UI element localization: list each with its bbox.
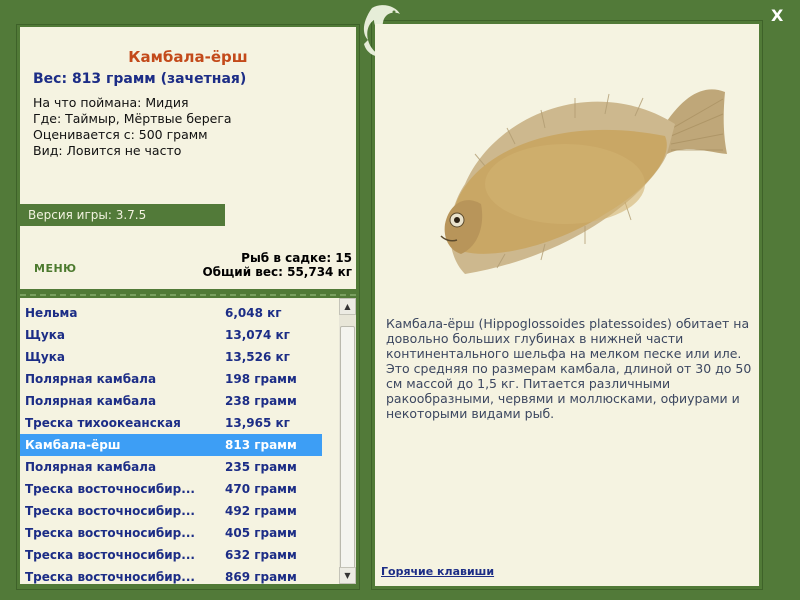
caught-on: На что поймана: Мидия [33, 95, 189, 110]
catch-list-item[interactable]: Треска тихоокеанская 13,965 кг [20, 412, 322, 434]
catch-list-item[interactable]: Щука 13,074 кг [20, 324, 322, 346]
catch-item-weight: 238 грамм [225, 394, 297, 408]
catch-item-weight: 813 грамм [225, 438, 297, 452]
close-button[interactable]: X [771, 6, 783, 25]
flounder-image [440, 89, 727, 275]
menu-button[interactable]: МЕНЮ [34, 262, 77, 275]
catch-item-weight: 6,048 кг [225, 306, 282, 320]
hotkeys-link[interactable]: Горячие клавиши [381, 565, 494, 578]
catch-item-name: Треска восточносибир... [25, 570, 195, 584]
catch-list-item[interactable]: Нельма 6,048 кг [20, 302, 322, 324]
catch-list-item[interactable]: Треска восточносибир... 470 грамм [20, 478, 322, 500]
catch-item-weight: 632 грамм [225, 548, 297, 562]
fish-description: Камбала-ёрш (Hippoglossoides platessoide… [386, 316, 752, 421]
catch-list-item[interactable]: Треска восточносибир... 492 грамм [20, 500, 322, 522]
catch-item-name: Полярная камбала [25, 460, 157, 474]
catch-item-name: Треска восточносибир... [25, 526, 195, 540]
catch-list-item[interactable]: Щука 13,526 кг [20, 346, 322, 368]
catch-list-item[interactable]: Полярная камбала 238 грамм [20, 390, 322, 412]
fish-title: Камбала-ёрш [128, 48, 248, 66]
catch-item-name: Камбала-ёрш [25, 438, 121, 452]
list-scrollbar[interactable]: ▲ ▼ [339, 298, 356, 584]
scroll-down-icon[interactable]: ▼ [339, 567, 356, 584]
fish-info-panel: Камбала-ёрш Вес: 813 грамм (зачетная) На… [20, 27, 356, 289]
valued-from: Оценивается с: 500 грамм [33, 127, 208, 142]
catch-item-name: Полярная камбала [25, 372, 157, 386]
scroll-up-icon[interactable]: ▲ [339, 298, 356, 315]
catch-list-item[interactable]: Камбала-ёрш 813 грамм [20, 434, 322, 456]
catch-list-item[interactable]: Треска восточносибир... 632 грамм [20, 544, 322, 566]
total-weight: Общий вес: 55,734 кг [202, 265, 352, 279]
fish-kind: Вид: Ловится не часто [33, 143, 182, 158]
catch-list-item[interactable]: Треска восточносибир... 405 грамм [20, 522, 322, 544]
scroll-thumb[interactable] [340, 326, 355, 570]
catch-item-weight: 13,074 кг [225, 328, 290, 342]
catch-item-weight: 869 грамм [225, 570, 297, 584]
catch-item-name: Треска тихоокеанская [25, 416, 181, 430]
fish-count: Рыб в садке: 15 [241, 251, 352, 265]
catch-item-name: Треска восточносибир... [25, 482, 195, 496]
catch-item-weight: 405 грамм [225, 526, 297, 540]
fish-description-panel [375, 24, 759, 586]
catch-item-weight: 235 грамм [225, 460, 297, 474]
version-label: Версия игры: 3.7.5 [20, 204, 225, 226]
catch-item-name: Щука [25, 350, 65, 364]
catch-item-name: Полярная камбала [25, 394, 157, 408]
catch-list-item[interactable]: Полярная камбала 198 грамм [20, 368, 322, 390]
catch-list: Нельма 6,048 кг Щука 13,074 кг Щука 13,526 кг… [20, 298, 356, 584]
location: Где: Таймыр, Мёртвые берега [33, 111, 232, 126]
catch-item-weight: 198 грамм [225, 372, 297, 386]
divider [20, 294, 356, 296]
catch-list-item[interactable]: Полярная камбала 235 грамм [20, 456, 322, 478]
catch-stats: Рыб в садке: 15 Общий вес: 55,734 кг [152, 251, 352, 279]
catch-item-name: Треска восточносибир... [25, 504, 195, 518]
fish-details: На что поймана: Мидия Где: Таймыр, Мёртв… [33, 95, 232, 159]
catch-list-item[interactable]: Треска восточносибир... 869 грамм [20, 566, 322, 584]
catch-item-name: Нельма [25, 306, 78, 320]
catch-item-name: Щука [25, 328, 65, 342]
fish-weight: Вес: 813 грамм (зачетная) [33, 71, 247, 87]
catch-item-weight: 470 грамм [225, 482, 297, 496]
catch-item-weight: 13,526 кг [225, 350, 290, 364]
catch-item-weight: 492 грамм [225, 504, 297, 518]
catch-item-name: Треска восточносибир... [25, 548, 195, 562]
catch-item-weight: 13,965 кг [225, 416, 290, 430]
